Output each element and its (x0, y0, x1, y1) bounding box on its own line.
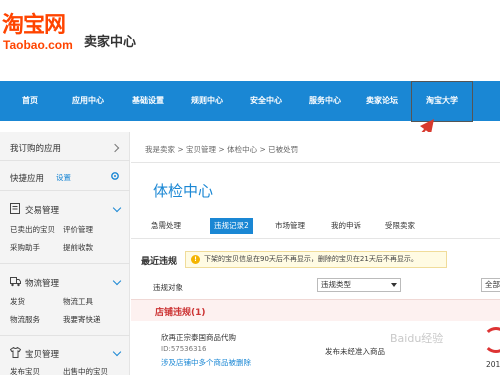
store-violation-header: 店铺违规(1) (131, 299, 500, 321)
logo-en-text: Taobao.com (3, 38, 73, 52)
chevron-down-icon (112, 276, 122, 286)
sidebar-section-items[interactable]: 宝贝管理 (0, 346, 130, 360)
status-select[interactable]: 全部 (481, 278, 500, 292)
divider (0, 160, 130, 161)
link-ship[interactable]: 发货 (10, 296, 25, 307)
nav-item-home[interactable]: 首页 (10, 81, 50, 121)
main-content: 我是卖家 > 宝贝管理 > 体检中心 > 已被处罚 体检中心 急需处理 违规记录… (131, 132, 500, 375)
link-publish-item[interactable]: 发布宝贝 (10, 366, 40, 375)
divider (131, 238, 500, 239)
link-purchase-assistant[interactable]: 采购助手 (10, 242, 40, 253)
sidebar: 我订购的应用 快捷应用 设置 交易管理 已卖出的宝贝 评价管理 采购助手 提前收… (0, 132, 130, 375)
tab-violation-records[interactable]: 违规记录2 (210, 218, 253, 234)
store-violation-title: 店铺违规(1) (155, 308, 206, 318)
nav-item-security-center[interactable]: 安全中心 (242, 81, 290, 121)
tab-bar: 急需处理 违规记录2 市场管理 我的申诉 受限卖家 (131, 218, 500, 236)
link-review-management[interactable]: 评价管理 (63, 224, 93, 235)
taobao-logo[interactable]: 淘宝网 Taobao.com (2, 14, 80, 60)
violation-type-value: 违规类型 (321, 280, 351, 289)
filter-label: 违规对象 (153, 283, 183, 292)
tab-urgent[interactable]: 急需处理 (151, 218, 181, 234)
chevron-down-icon (112, 203, 122, 213)
item-management-title: 宝贝管理 (25, 350, 60, 360)
violation-item-id: ID:57536316 (161, 345, 207, 353)
nav-item-app-center[interactable]: 应用中心 (64, 81, 112, 121)
gear-icon[interactable] (110, 171, 120, 181)
highlight-box (411, 81, 473, 122)
divider (0, 335, 130, 336)
my-apps-label: 我订购的应用 (10, 144, 62, 154)
sidebar-section-trade[interactable]: 交易管理 (0, 202, 130, 216)
status-select-value: 全部 (485, 280, 500, 289)
truck-icon (10, 277, 21, 287)
document-icon (10, 203, 20, 214)
caret-down-icon (391, 283, 397, 287)
divider (0, 190, 130, 191)
penalty-seal-icon (483, 327, 500, 353)
divider (0, 263, 130, 264)
nav-item-service-center[interactable]: 服务中心 (301, 81, 349, 121)
link-items-on-sale[interactable]: 出售中的宝贝 (63, 366, 108, 375)
settings-link[interactable]: 设置 (56, 172, 71, 183)
nav-item-seller-forum[interactable]: 卖家论坛 (358, 81, 406, 121)
link-sold-items[interactable]: 已卖出的宝贝 (10, 224, 55, 235)
notice-text: 下架的宝贝信息在90天后不再显示，删除的宝贝在21天后不再显示。 (204, 255, 418, 263)
tab-market-management[interactable]: 市场管理 (275, 218, 305, 234)
chevron-right-icon (110, 143, 120, 153)
quick-apps-label: 快捷应用 (10, 174, 45, 184)
trade-management-title: 交易管理 (25, 206, 60, 216)
seller-center-title: 卖家中心 (84, 35, 137, 50)
sidebar-my-apps[interactable]: 我订购的应用 (0, 140, 130, 156)
page-title: 体检中心 (153, 182, 214, 200)
link-send-express[interactable]: 我要寄快递 (63, 314, 101, 325)
violation-type-select[interactable]: 违规类型 (317, 278, 401, 292)
divider (131, 162, 500, 163)
info-icon: ! (191, 255, 200, 264)
nav-item-rules-center[interactable]: 规则中心 (183, 81, 231, 121)
tab-my-appeals[interactable]: 我的申诉 (331, 218, 361, 234)
nav-item-basic-settings[interactable]: 基础设置 (124, 81, 172, 121)
breadcrumb[interactable]: 我是卖家 > 宝贝管理 > 体检中心 > 已被处罚 (145, 144, 298, 155)
tab-restricted-sellers[interactable]: 受限卖家 (385, 218, 415, 234)
watermark: Baidu经验 (390, 332, 444, 345)
link-logistics-tools[interactable]: 物流工具 (63, 296, 93, 307)
shirt-icon (10, 347, 21, 358)
sidebar-quick-apps: 快捷应用 设置 (0, 170, 130, 184)
violation-item-status: 发布未经准入商品 (325, 347, 385, 356)
logistics-management-title: 物流管理 (25, 279, 60, 289)
violation-item-link[interactable]: 涉及店铺中多个商品被删除 (161, 357, 251, 368)
recent-violations-title: 最近违规 (141, 257, 178, 267)
header: 淘宝网 Taobao.com 卖家中心 (0, 0, 500, 78)
notice-banner: ! 下架的宝贝信息在90天后不再显示，删除的宝贝在21天后不再显示。 (185, 251, 447, 268)
link-early-payment[interactable]: 提前收款 (63, 242, 93, 253)
sidebar-section-logistics[interactable]: 物流管理 (0, 275, 130, 289)
chevron-down-icon (112, 347, 122, 357)
link-logistics-service[interactable]: 物流服务 (10, 314, 40, 325)
logo-cn-text: 淘宝网 (2, 13, 66, 38)
violation-item-year: 201 (486, 360, 500, 369)
violation-item-title[interactable]: 欣再正宗泰国商品代购 (161, 332, 236, 343)
